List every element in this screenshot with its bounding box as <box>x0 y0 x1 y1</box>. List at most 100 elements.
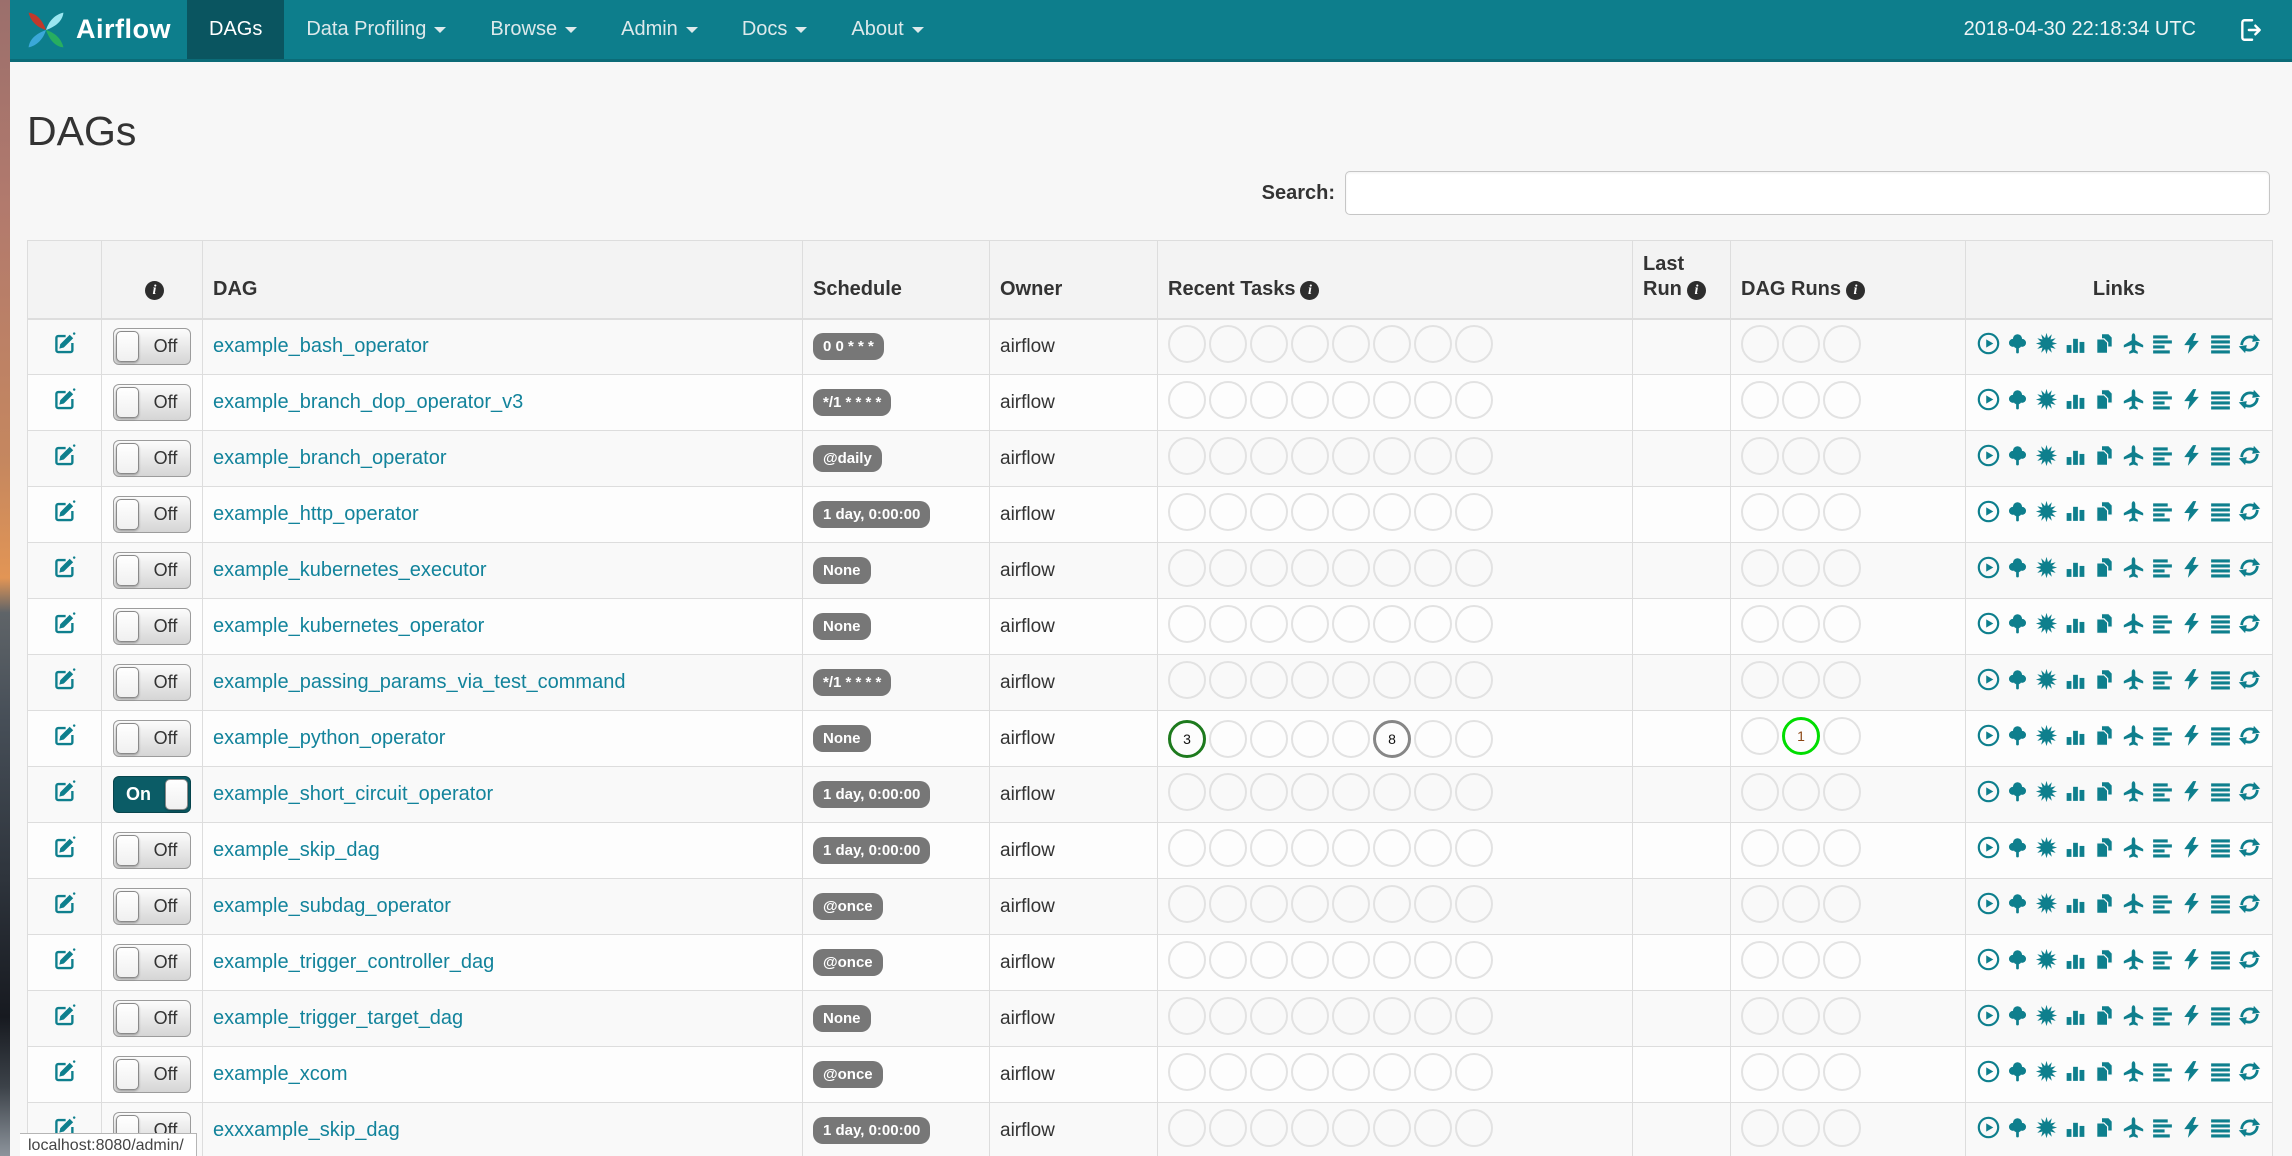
schedule-badge[interactable]: 1 day, 0:00:00 <box>813 1117 931 1144</box>
task-state-circle[interactable] <box>1250 604 1288 643</box>
schedule-badge[interactable]: None <box>813 1005 871 1032</box>
dag-link[interactable]: example_python_operator <box>213 727 445 749</box>
logs-link[interactable] <box>2208 499 2233 524</box>
task-state-circle[interactable] <box>1414 1108 1452 1147</box>
trigger-dag-link[interactable] <box>1976 947 2001 972</box>
edit-dag-button[interactable] <box>51 890 78 917</box>
task-state-circle[interactable] <box>1373 884 1411 923</box>
nav-item-docs[interactable]: Docs <box>720 0 830 59</box>
graph-view-link[interactable] <box>2034 1003 2059 1028</box>
task-state-circle[interactable] <box>1209 996 1247 1035</box>
refresh-link[interactable] <box>2237 499 2262 524</box>
tree-view-link[interactable] <box>2005 387 2030 412</box>
task-state-circle[interactable] <box>1332 828 1370 867</box>
task-state-circle[interactable] <box>1168 380 1206 419</box>
refresh-link[interactable] <box>2237 611 2262 636</box>
task-state-circle[interactable] <box>1168 492 1206 531</box>
schedule-badge[interactable]: None <box>813 613 871 640</box>
task-state-circle[interactable] <box>1455 828 1493 867</box>
task-state-circle[interactable] <box>1455 1052 1493 1091</box>
task-state-circle[interactable] <box>1455 324 1493 363</box>
logs-link[interactable] <box>2208 555 2233 580</box>
refresh-link[interactable] <box>2237 667 2262 692</box>
task-tries-link[interactable] <box>2092 1115 2117 1140</box>
task-state-circle[interactable] <box>1209 436 1247 475</box>
dag-run-state-circle[interactable] <box>1782 604 1820 643</box>
gantt-view-link[interactable] <box>2150 779 2175 804</box>
logs-link[interactable] <box>2208 1003 2233 1028</box>
dag-run-state-circle[interactable] <box>1741 772 1779 811</box>
task-state-circle[interactable] <box>1250 828 1288 867</box>
task-state-circle[interactable] <box>1455 719 1493 758</box>
refresh-link[interactable] <box>2237 1115 2262 1140</box>
task-duration-link[interactable] <box>2063 443 2088 468</box>
task-state-circle[interactable] <box>1332 604 1370 643</box>
task-state-circle[interactable] <box>1291 604 1329 643</box>
task-state-circle[interactable] <box>1455 548 1493 587</box>
dag-run-state-circle[interactable] <box>1823 548 1861 587</box>
tree-view-link[interactable] <box>2005 611 2030 636</box>
dag-run-state-circle[interactable]: 1 <box>1782 716 1820 755</box>
dag-pause-toggle[interactable]: Off <box>113 608 191 645</box>
dag-run-state-circle[interactable] <box>1741 828 1779 867</box>
task-state-circle[interactable] <box>1332 884 1370 923</box>
tree-view-link[interactable] <box>2005 331 2030 356</box>
task-state-circle[interactable] <box>1291 940 1329 979</box>
dag-link[interactable]: exxxample_skip_dag <box>213 1119 400 1141</box>
task-state-circle[interactable] <box>1168 996 1206 1035</box>
task-state-circle[interactable] <box>1168 324 1206 363</box>
task-state-circle[interactable] <box>1373 1108 1411 1147</box>
dag-run-state-circle[interactable] <box>1823 884 1861 923</box>
tree-view-link[interactable] <box>2005 443 2030 468</box>
dag-run-state-circle[interactable] <box>1782 548 1820 587</box>
schedule-badge[interactable]: 1 day, 0:00:00 <box>813 501 931 528</box>
task-state-circle[interactable] <box>1414 604 1452 643</box>
dag-pause-toggle[interactable]: Off <box>113 552 191 589</box>
task-state-circle[interactable] <box>1414 324 1452 363</box>
trigger-dag-link[interactable] <box>1976 723 2001 748</box>
task-state-circle[interactable] <box>1373 380 1411 419</box>
schedule-badge[interactable]: @daily <box>813 445 882 472</box>
dag-run-state-circle[interactable] <box>1782 660 1820 699</box>
trigger-dag-link[interactable] <box>1976 1003 2001 1028</box>
task-state-circle[interactable] <box>1455 492 1493 531</box>
code-view-link[interactable] <box>2179 1059 2204 1084</box>
landing-times-link[interactable] <box>2121 723 2146 748</box>
task-tries-link[interactable] <box>2092 443 2117 468</box>
task-state-circle[interactable] <box>1168 772 1206 811</box>
task-tries-link[interactable] <box>2092 611 2117 636</box>
gantt-view-link[interactable] <box>2150 1115 2175 1140</box>
nav-item-dags[interactable]: DAGs <box>187 0 285 59</box>
task-state-circle[interactable] <box>1455 660 1493 699</box>
graph-view-link[interactable] <box>2034 723 2059 748</box>
task-state-circle[interactable] <box>1291 772 1329 811</box>
dag-run-state-circle[interactable] <box>1741 380 1779 419</box>
dag-link[interactable]: example_passing_params_via_test_command <box>213 671 625 693</box>
landing-times-link[interactable] <box>2121 331 2146 356</box>
graph-view-link[interactable] <box>2034 1115 2059 1140</box>
task-state-circle[interactable] <box>1455 772 1493 811</box>
dag-run-state-circle[interactable] <box>1782 380 1820 419</box>
task-duration-link[interactable] <box>2063 835 2088 860</box>
tree-view-link[interactable] <box>2005 1115 2030 1140</box>
dag-pause-toggle[interactable]: Off <box>113 1000 191 1037</box>
trigger-dag-link[interactable] <box>1976 555 2001 580</box>
task-tries-link[interactable] <box>2092 723 2117 748</box>
task-state-circle[interactable] <box>1373 436 1411 475</box>
task-state-circle[interactable] <box>1291 719 1329 758</box>
task-state-circle[interactable] <box>1168 828 1206 867</box>
task-duration-link[interactable] <box>2063 1059 2088 1084</box>
task-state-circle[interactable] <box>1168 884 1206 923</box>
landing-times-link[interactable] <box>2121 499 2146 524</box>
task-tries-link[interactable] <box>2092 667 2117 692</box>
gantt-view-link[interactable] <box>2150 1059 2175 1084</box>
task-state-circle[interactable] <box>1332 772 1370 811</box>
dag-link[interactable]: example_xcom <box>213 1063 348 1085</box>
landing-times-link[interactable] <box>2121 611 2146 636</box>
dag-run-state-circle[interactable] <box>1823 604 1861 643</box>
dag-run-state-circle[interactable] <box>1823 716 1861 755</box>
task-tries-link[interactable] <box>2092 331 2117 356</box>
task-state-circle[interactable] <box>1291 1052 1329 1091</box>
edit-dag-button[interactable] <box>51 666 78 693</box>
task-state-circle[interactable] <box>1250 436 1288 475</box>
